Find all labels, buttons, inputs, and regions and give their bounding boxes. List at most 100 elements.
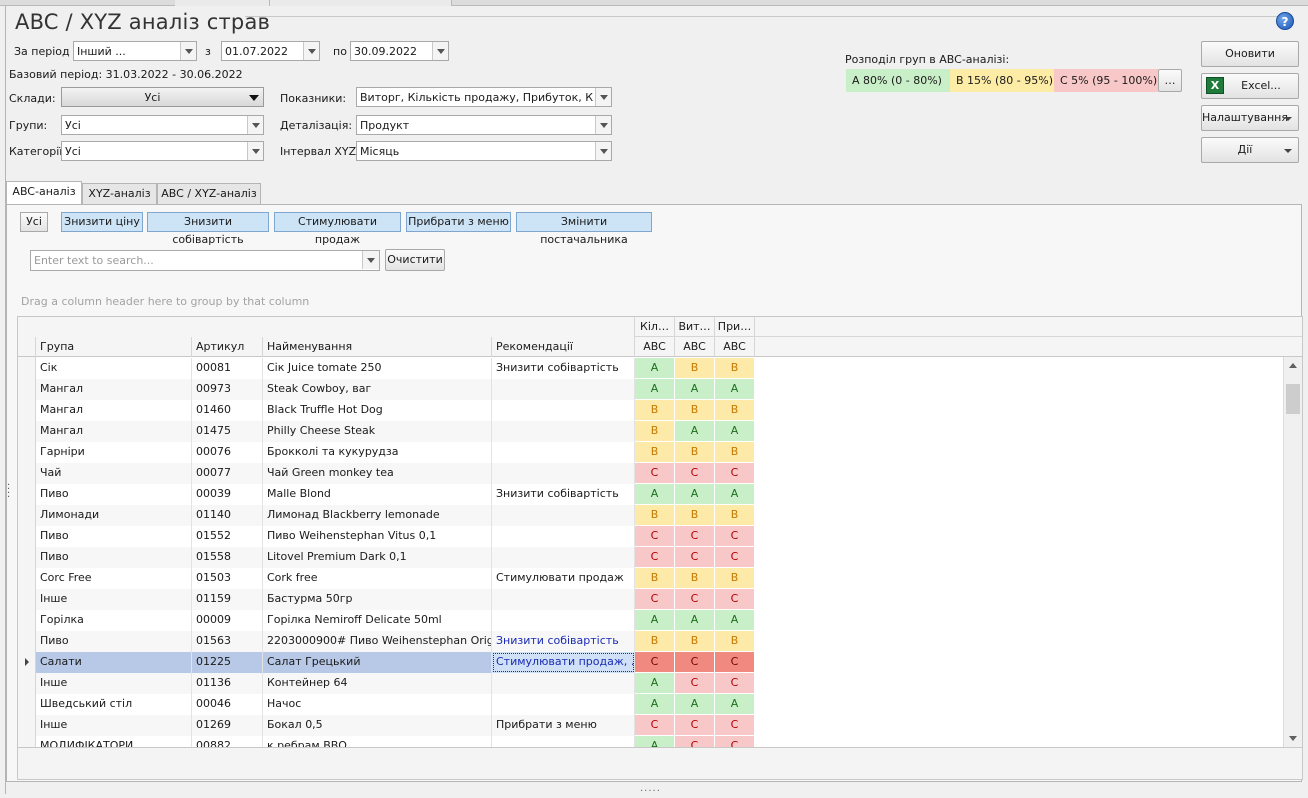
categories-select[interactable]: Усі: [61, 141, 264, 161]
cell-abc-profit[interactable]: A: [715, 484, 755, 505]
table-row[interactable]: Corc Free 01503 Cork free Стимулювати прода…: [18, 568, 1302, 589]
table-row[interactable]: Пиво 01552 Пиво Weihenstephan Vitus 0,1 C C C: [18, 526, 1302, 547]
cell-abc-revenue[interactable]: C: [675, 673, 715, 694]
tab-abc[interactable]: ABC-аналіз: [6, 181, 82, 204]
cell-abc-qty[interactable]: A: [635, 484, 675, 505]
date-to-field[interactable]: 30.09.2022: [350, 41, 449, 61]
cell-abc-revenue[interactable]: A: [675, 379, 715, 400]
chevron-down-icon[interactable]: [247, 116, 263, 134]
cell-recommendation[interactable]: [492, 463, 635, 484]
row-indicator[interactable]: [18, 526, 36, 547]
filter-lower-price-button[interactable]: Знизити ціну: [61, 212, 143, 232]
cell-abc-revenue[interactable]: C: [675, 526, 715, 547]
cell-abc-revenue[interactable]: B: [675, 568, 715, 589]
cell-recommendation[interactable]: Стимулювати продаж: [492, 568, 635, 589]
cell-recommendation[interactable]: [492, 442, 635, 463]
tab-xyz[interactable]: XYZ-аналіз: [82, 183, 157, 204]
cell-recommendation[interactable]: [492, 526, 635, 547]
chevron-down-icon[interactable]: [595, 142, 611, 160]
abc-distribution-more-button[interactable]: …: [1158, 69, 1182, 92]
cell-abc-revenue[interactable]: A: [675, 421, 715, 442]
table-row[interactable]: Лимонади 01140 Лимонад Blackberry lemonade…: [18, 505, 1302, 526]
scroll-up-icon[interactable]: [1289, 363, 1297, 368]
band-header-profit[interactable]: При…: [715, 317, 755, 337]
cell-abc-profit[interactable]: B: [715, 568, 755, 589]
indicators-select[interactable]: Виторг, Кількість продажу, Прибуток, Кое…: [356, 87, 612, 107]
cell-recommendation[interactable]: [492, 379, 635, 400]
filter-change-supplier-button[interactable]: Змінити постачальника: [516, 212, 652, 246]
cell-recommendation[interactable]: [492, 400, 635, 421]
cell-abc-profit[interactable]: C: [715, 526, 755, 547]
cell-abc-qty[interactable]: B: [635, 568, 675, 589]
cell-abc-profit[interactable]: C: [715, 589, 755, 610]
cell-abc-revenue[interactable]: B: [675, 400, 715, 421]
help-icon[interactable]: ?: [1276, 12, 1294, 30]
cell-abc-revenue[interactable]: C: [675, 652, 715, 673]
cell-abc-qty[interactable]: C: [635, 463, 675, 484]
cell-sku[interactable]: 01159: [192, 589, 263, 610]
groups-select[interactable]: Усі: [61, 115, 264, 135]
cell-group[interactable]: Corc Free: [36, 568, 192, 589]
xyz-interval-select[interactable]: Місяць: [356, 141, 612, 161]
row-indicator[interactable]: [18, 400, 36, 421]
cell-sku[interactable]: 00009: [192, 610, 263, 631]
column-header-sku[interactable]: Артикул: [192, 337, 263, 357]
cell-abc-revenue[interactable]: C: [675, 589, 715, 610]
table-row[interactable]: Гарніри 00076 Брокколі та кукурудза B B B: [18, 442, 1302, 463]
cell-abc-qty[interactable]: A: [635, 673, 675, 694]
cell-abc-profit[interactable]: C: [715, 463, 755, 484]
cell-group[interactable]: Мангал: [36, 400, 192, 421]
table-row[interactable]: Мангал 01475 Philly Cheese Steak B A A: [18, 421, 1302, 442]
cell-recommendation[interactable]: Стимулювати продаж, …: [492, 652, 635, 673]
cell-sku[interactable]: 01269: [192, 715, 263, 736]
detail-select[interactable]: Продукт: [356, 115, 612, 135]
cell-abc-profit[interactable]: C: [715, 652, 755, 673]
row-indicator[interactable]: [18, 568, 36, 589]
cell-abc-revenue[interactable]: C: [675, 736, 715, 747]
cell-abc-profit[interactable]: A: [715, 694, 755, 715]
cell-sku[interactable]: 01225: [192, 652, 263, 673]
cell-group[interactable]: Сік: [36, 358, 192, 379]
cell-group[interactable]: Лимонади: [36, 505, 192, 526]
table-row[interactable]: Інше 01269 Бокал 0,5 Прибрати з меню C C C: [18, 715, 1302, 736]
filter-lower-cost-button[interactable]: Знизити собівартість: [147, 212, 269, 246]
cell-abc-profit[interactable]: B: [715, 505, 755, 526]
row-indicator[interactable]: [18, 652, 36, 673]
cell-abc-profit[interactable]: A: [715, 379, 755, 400]
cell-abc-qty[interactable]: A: [635, 358, 675, 379]
cell-abc-revenue[interactable]: A: [675, 610, 715, 631]
refresh-button[interactable]: Оновити: [1201, 41, 1299, 67]
table-row[interactable]: Салати 01225 Салат Грецький Стимулювати про…: [18, 652, 1302, 673]
column-header-abc-profit[interactable]: ABC: [715, 337, 755, 357]
cell-abc-qty[interactable]: A: [635, 379, 675, 400]
cell-sku[interactable]: 01136: [192, 673, 263, 694]
table-row[interactable]: Інше 01159 Бастурма 50гр C C C: [18, 589, 1302, 610]
cell-recommendation[interactable]: Знизити собівартість: [492, 358, 635, 379]
row-indicator[interactable]: [18, 736, 36, 747]
cell-recommendation[interactable]: Знизити собівартість: [492, 631, 635, 652]
splitter-handle-icon[interactable]: .....: [640, 783, 661, 794]
row-indicator[interactable]: [18, 631, 36, 652]
cell-sku[interactable]: 00046: [192, 694, 263, 715]
cell-recommendation[interactable]: [492, 673, 635, 694]
clear-search-button[interactable]: Очистити: [385, 249, 445, 271]
calendar-dropdown-icon[interactable]: [432, 42, 448, 60]
cell-sku[interactable]: 00076: [192, 442, 263, 463]
row-indicator[interactable]: [18, 442, 36, 463]
cell-name[interactable]: Пиво Weihenstephan Vitus 0,1: [263, 526, 492, 547]
table-row[interactable]: Мангал 00973 Steak Cowboy, ваг A A A: [18, 379, 1302, 400]
cell-recommendation[interactable]: [492, 610, 635, 631]
row-indicator[interactable]: [18, 421, 36, 442]
cell-abc-profit[interactable]: C: [715, 547, 755, 568]
actions-button[interactable]: Дії: [1201, 137, 1299, 163]
scrollbar-thumb[interactable]: [1286, 384, 1300, 414]
cell-recommendation[interactable]: [492, 694, 635, 715]
search-input[interactable]: Enter text to search...: [30, 250, 380, 271]
column-header-recommendations[interactable]: Рекомендації: [492, 337, 635, 357]
cell-recommendation[interactable]: Прибрати з меню: [492, 715, 635, 736]
row-indicator[interactable]: [18, 547, 36, 568]
cell-abc-revenue[interactable]: B: [675, 631, 715, 652]
chevron-down-icon[interactable]: [247, 142, 263, 160]
table-row[interactable]: Сік 00081 Сік Juice tomate 250 Знизити собі…: [18, 358, 1302, 379]
cell-abc-qty[interactable]: B: [635, 631, 675, 652]
